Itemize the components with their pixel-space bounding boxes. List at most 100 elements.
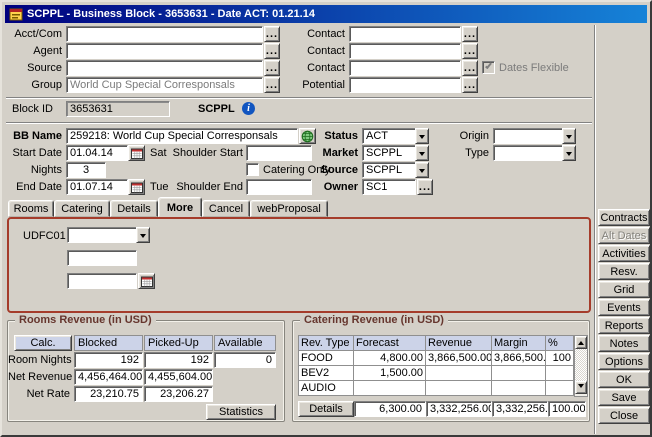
forecast-cell[interactable] <box>354 381 426 396</box>
potential-field[interactable] <box>349 77 461 93</box>
status-field[interactable] <box>362 128 416 144</box>
tab-details[interactable]: Details <box>110 200 158 217</box>
bb-name-field[interactable] <box>66 128 298 144</box>
group-label: Group <box>4 77 62 93</box>
activities-button[interactable]: Activities <box>598 245 650 262</box>
source-account-lookup-button[interactable]: ... <box>264 60 280 76</box>
shoulder-end-field[interactable] <box>246 179 312 195</box>
contact-1-lookup-button[interactable]: ... <box>462 26 478 42</box>
margin-cell[interactable] <box>492 381 546 396</box>
end-date-calendar-button[interactable] <box>128 179 145 195</box>
source-account-field[interactable] <box>66 60 263 76</box>
calendar-icon <box>141 276 153 287</box>
revenue-cell[interactable]: 3,866,500.00 <box>426 351 492 366</box>
notes-button[interactable]: Notes <box>598 335 650 352</box>
col-margin: Margin <box>492 336 546 351</box>
close-button[interactable]: Close <box>598 407 650 424</box>
events-button[interactable]: Events <box>598 299 650 316</box>
status-dropdown-button[interactable] <box>415 128 429 144</box>
acct-com-field[interactable] <box>66 26 263 42</box>
acct-com-lookup-button[interactable]: ... <box>264 26 280 42</box>
udfc-calendar-button[interactable] <box>138 273 155 289</box>
origin-field[interactable] <box>493 128 563 144</box>
origin-dropdown-button[interactable] <box>562 128 576 144</box>
end-date-field[interactable] <box>66 179 128 195</box>
tab-webproposal[interactable]: webProposal <box>250 200 328 217</box>
resv-button[interactable]: Resv. <box>598 263 650 280</box>
scroll-up-button[interactable] <box>575 336 587 349</box>
tab-catering[interactable]: Catering <box>54 200 110 217</box>
options-button[interactable]: Options <box>598 353 650 370</box>
revenue-total-cell: 3,332,256.00 <box>426 401 492 417</box>
revenue-cell[interactable] <box>426 366 492 381</box>
catering-table-scrollbar[interactable] <box>574 335 588 397</box>
details-button[interactable]: Details <box>298 401 354 417</box>
contact-2-field[interactable] <box>349 43 461 59</box>
pct-cell[interactable]: 100 <box>546 351 574 366</box>
udfc-field-2[interactable] <box>67 250 137 266</box>
catering-only-checkbox[interactable] <box>246 163 259 176</box>
bb-source-dropdown-button[interactable] <box>415 162 429 178</box>
contact-1-field[interactable] <box>349 26 461 42</box>
grid-button[interactable]: Grid <box>598 281 650 298</box>
contact-3-field[interactable] <box>349 60 461 76</box>
col-rev-type: Rev. Type <box>299 336 354 351</box>
titlebar[interactable]: SCPPL - Business Block - 3653631 - Date … <box>5 5 647 23</box>
scroll-down-button[interactable] <box>575 381 587 394</box>
group-lookup-button[interactable]: ... <box>264 77 280 93</box>
udfc-date-field[interactable] <box>67 273 137 289</box>
contact-3-lookup-button[interactable]: ... <box>462 60 478 76</box>
type-dropdown-button[interactable] <box>562 145 576 161</box>
calc-button[interactable]: Calc. <box>14 335 72 351</box>
block-id-field[interactable] <box>66 101 170 117</box>
group-field[interactable] <box>66 77 263 93</box>
type-field[interactable] <box>493 145 563 161</box>
info-icon[interactable] <box>242 102 255 115</box>
table-row[interactable]: FOOD 4,800.00 3,866,500.00 3,866,500.00 … <box>299 351 574 366</box>
shoulder-start-field[interactable] <box>246 145 312 161</box>
reports-button[interactable]: Reports <box>598 317 650 334</box>
revenue-cell[interactable] <box>426 381 492 396</box>
bb-source-field[interactable] <box>362 162 416 178</box>
tab-cancel[interactable]: Cancel <box>202 200 250 217</box>
agent-lookup-button[interactable]: ... <box>264 43 280 59</box>
margin-cell[interactable] <box>492 366 546 381</box>
potential-lookup-button[interactable]: ... <box>462 77 478 93</box>
table-row[interactable]: BEV2 1,500.00 <box>299 366 574 381</box>
udfc01-field[interactable] <box>67 227 137 243</box>
rev-type-cell[interactable]: FOOD <box>299 351 354 366</box>
margin-cell[interactable]: 3,866,500.00 <box>492 351 546 366</box>
agent-field[interactable] <box>66 43 263 59</box>
chevron-down-icon <box>566 152 572 159</box>
pct-cell[interactable] <box>546 366 574 381</box>
rev-type-cell[interactable]: AUDIO <box>299 381 354 396</box>
tab-rooms[interactable]: Rooms <box>8 200 54 217</box>
udfc01-dropdown-button[interactable] <box>136 227 150 243</box>
market-dropdown-button[interactable] <box>415 145 429 161</box>
market-label: Market <box>314 145 358 161</box>
owner-field[interactable] <box>362 179 416 195</box>
rev-type-cell[interactable]: BEV2 <box>299 366 354 381</box>
pct-cell[interactable] <box>546 381 574 396</box>
market-field[interactable] <box>362 145 416 161</box>
room-nights-available-cell: 0 <box>214 352 276 368</box>
net-rate-pickedup-cell: 23,206.27 <box>144 386 213 402</box>
statistics-button[interactable]: Statistics <box>206 404 276 420</box>
tab-more[interactable]: More <box>158 197 202 217</box>
business-block-window: SCPPL - Business Block - 3653631 - Date … <box>0 0 652 437</box>
start-date-calendar-button[interactable] <box>128 145 145 161</box>
start-date-field[interactable] <box>66 145 128 161</box>
contact-2-lookup-button[interactable]: ... <box>462 43 478 59</box>
dates-flexible-label: Dates Flexible <box>499 60 569 76</box>
forecast-cell[interactable]: 4,800.00 <box>354 351 426 366</box>
table-row[interactable]: AUDIO <box>299 381 574 396</box>
forecast-cell[interactable]: 1,500.00 <box>354 366 426 381</box>
save-button[interactable]: Save <box>598 389 650 406</box>
owner-lookup-button[interactable]: ... <box>417 179 433 195</box>
separator <box>594 25 596 434</box>
arrow-down-icon <box>578 384 584 391</box>
nights-field[interactable] <box>66 162 106 178</box>
contracts-button[interactable]: Contracts <box>598 209 650 226</box>
scroll-track[interactable] <box>575 349 587 381</box>
ok-button[interactable]: OK <box>598 371 650 388</box>
